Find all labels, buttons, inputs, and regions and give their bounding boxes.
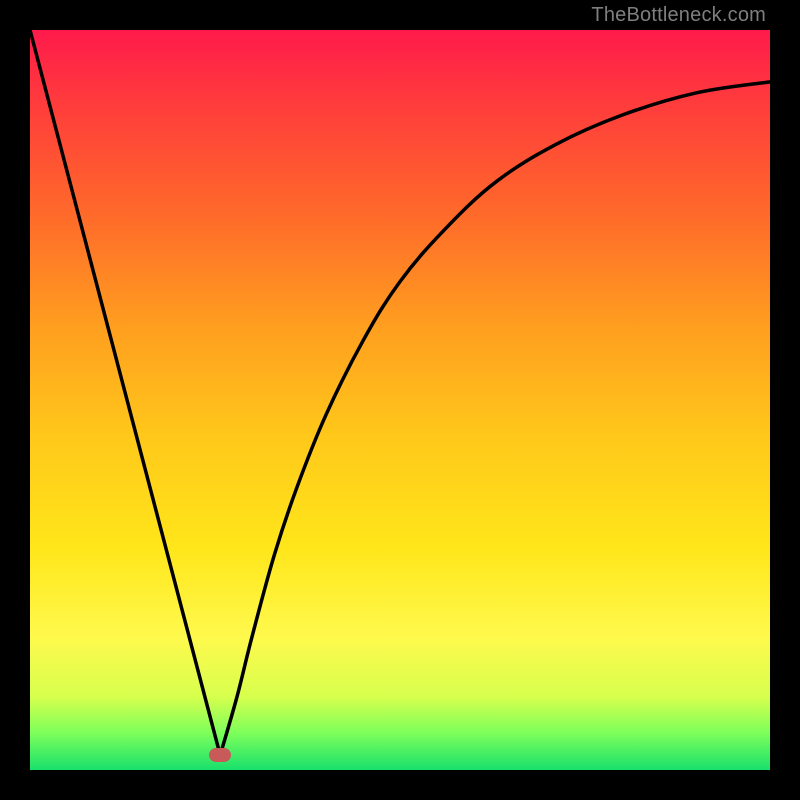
chart-plot-area (30, 30, 770, 770)
watermark-text: TheBottleneck.com (591, 4, 766, 27)
minimum-marker (209, 748, 231, 762)
bottleneck-curve (30, 30, 770, 770)
curve-right-segment (220, 82, 770, 755)
curve-left-segment (30, 30, 220, 755)
